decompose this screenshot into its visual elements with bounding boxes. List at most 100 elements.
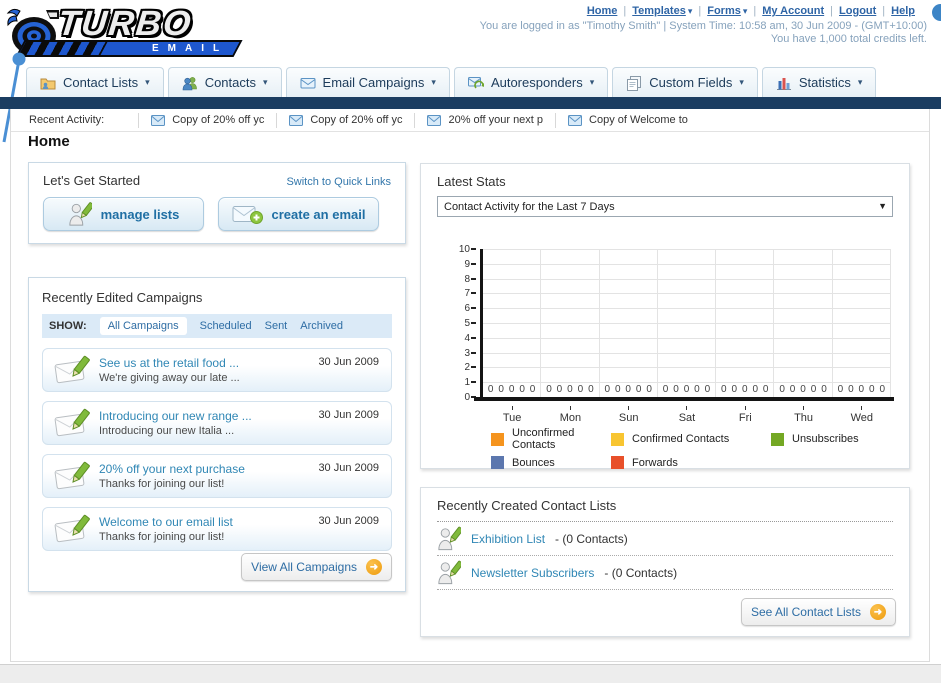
campaign-date: 30 Jun 2009 bbox=[318, 356, 379, 368]
chart-day-group: 00000 bbox=[833, 249, 891, 397]
value-label: 0 bbox=[741, 384, 748, 395]
chart-day-group: 00000 bbox=[541, 249, 600, 397]
value-label: 0 bbox=[662, 384, 669, 395]
envelope-pencil-icon bbox=[53, 407, 91, 439]
value-label: 0 bbox=[646, 384, 652, 395]
top-link-forms[interactable]: Forms bbox=[707, 5, 741, 17]
filter-scheduled[interactable]: Scheduled bbox=[200, 320, 252, 332]
value-label: 0 bbox=[821, 384, 827, 395]
arrow-forward-icon: ➜ bbox=[366, 559, 382, 575]
manage-lists-button[interactable]: manage lists bbox=[43, 197, 204, 231]
value-label: 0 bbox=[721, 384, 727, 395]
chart-day-group: 00000 bbox=[658, 249, 717, 397]
value-label: 0 bbox=[810, 384, 817, 395]
page-footer bbox=[0, 664, 941, 683]
campaign-subtitle: Thanks for joining our list! bbox=[99, 478, 225, 490]
campaign-list: See us at the retail food ... We're givi… bbox=[42, 348, 392, 551]
tab-autoresponders[interactable]: Autoresponders ▾ bbox=[453, 67, 609, 97]
tab-contact-lists[interactable]: Contact Lists ▾ bbox=[26, 67, 164, 97]
person-pencil-icon bbox=[437, 560, 461, 586]
legend-item: Bounces bbox=[491, 456, 611, 469]
top-link-my-account[interactable]: My Account bbox=[762, 5, 824, 17]
chevron-down-icon: ▾ bbox=[589, 77, 595, 87]
contact-lists-icon bbox=[40, 75, 56, 91]
stats-period-select[interactable]: Contact Activity for the Last 7 Days ▼ bbox=[437, 196, 893, 217]
value-label: 0 bbox=[508, 384, 515, 395]
value-label: 0 bbox=[683, 384, 690, 395]
y-axis-tick bbox=[471, 366, 476, 369]
person-pencil-icon bbox=[437, 526, 461, 552]
x-axis-label: Tue bbox=[483, 406, 541, 424]
campaign-title-link[interactable]: See us at the retail food ... bbox=[99, 356, 240, 370]
create-email-button[interactable]: create an email bbox=[218, 197, 379, 231]
y-axis-tick bbox=[471, 307, 476, 310]
chevron-down-icon: ▾ bbox=[687, 6, 693, 16]
top-link-help[interactable]: Help bbox=[891, 5, 915, 17]
y-axis-label: 1 bbox=[464, 377, 470, 389]
top-link-home[interactable]: Home bbox=[587, 5, 618, 17]
value-label: 0 bbox=[673, 384, 679, 395]
chart-day-group: 00000 bbox=[716, 249, 775, 397]
view-all-campaigns-button[interactable]: View All Campaigns ➜ bbox=[241, 553, 392, 581]
statistics-icon bbox=[776, 75, 792, 91]
chevron-down-icon: ▾ bbox=[263, 77, 268, 87]
login-status-text: You are logged in as "Timothy Smith" | S… bbox=[479, 20, 927, 32]
envelope-icon bbox=[568, 115, 582, 126]
campaign-subtitle: Thanks for joining our list! bbox=[99, 531, 225, 543]
tab-statistics[interactable]: Statistics ▾ bbox=[761, 67, 877, 97]
contact-list-name-link[interactable]: Exhibition List bbox=[471, 532, 545, 546]
value-label: 0 bbox=[487, 384, 494, 395]
tab-contacts[interactable]: Contacts ▾ bbox=[167, 67, 282, 97]
tab-custom-fields[interactable]: Custom Fields ▾ bbox=[612, 67, 758, 97]
select-caret-icon: ▼ bbox=[878, 201, 887, 211]
contact-list-item[interactable]: Exhibition List - (0 Contacts) bbox=[437, 522, 893, 556]
y-axis-label: 10 bbox=[458, 244, 470, 255]
see-all-contact-lists-button[interactable]: See All Contact Lists ➜ bbox=[740, 598, 896, 626]
campaign-title-link[interactable]: Introducing our new range ... bbox=[99, 409, 252, 423]
campaign-title-link[interactable]: 20% off your next purchase bbox=[99, 462, 245, 476]
get-started-title: Let's Get Started bbox=[43, 173, 141, 188]
recent-activity-item[interactable]: 20% off your next p bbox=[414, 112, 555, 128]
chevron-down-icon: ▾ bbox=[857, 77, 863, 87]
campaign-item[interactable]: Welcome to our email list Thanks for joi… bbox=[42, 507, 392, 551]
value-label: 0 bbox=[567, 384, 573, 395]
help-bubble-icon[interactable] bbox=[932, 4, 941, 21]
switch-quick-links[interactable]: Switch to Quick Links bbox=[286, 176, 391, 188]
value-label: 0 bbox=[556, 384, 563, 395]
campaign-item[interactable]: See us at the retail food ... We're givi… bbox=[42, 348, 392, 392]
chart-day-group: 00000 bbox=[483, 249, 542, 397]
tab-email-campaigns[interactable]: Email Campaigns ▾ bbox=[285, 67, 450, 97]
filter-sent[interactable]: Sent bbox=[265, 320, 288, 332]
campaign-title-link[interactable]: Welcome to our email list bbox=[99, 515, 233, 529]
envelope-icon bbox=[151, 115, 165, 126]
contact-list-item[interactable]: Newsletter Subscribers - (0 Contacts) bbox=[437, 556, 893, 590]
chart-day-group: 00000 bbox=[774, 249, 833, 397]
y-axis-tick bbox=[471, 381, 476, 384]
legend-label: Bounces bbox=[512, 456, 555, 469]
top-link-logout[interactable]: Logout bbox=[839, 5, 876, 17]
y-axis-label: 9 bbox=[464, 258, 470, 270]
value-label: 0 bbox=[614, 384, 621, 395]
recent-activity-item[interactable]: Copy of 20% off yc bbox=[138, 112, 276, 128]
campaign-item[interactable]: 20% off your next purchase Thanks for jo… bbox=[42, 454, 392, 498]
campaign-item[interactable]: Introducing our new range ... Introducin… bbox=[42, 401, 392, 445]
page-title: Home bbox=[28, 133, 70, 150]
legend-label: Confirmed Contacts bbox=[632, 433, 730, 445]
envelope-icon bbox=[289, 115, 303, 126]
value-label: 0 bbox=[779, 384, 785, 395]
legend-item: Forwards bbox=[611, 456, 771, 469]
campaign-date: 30 Jun 2009 bbox=[318, 462, 379, 474]
contact-list-name-link[interactable]: Newsletter Subscribers bbox=[471, 566, 594, 580]
top-link-templates[interactable]: Templates bbox=[632, 5, 686, 17]
value-label: 0 bbox=[519, 384, 525, 395]
filter-archived[interactable]: Archived bbox=[300, 320, 343, 332]
chart-legend: Unconfirmed Contacts Confirmed Contacts Un… bbox=[491, 427, 859, 469]
legend-label: Unsubscribes bbox=[792, 433, 859, 445]
latest-stats-title: Latest Stats bbox=[437, 174, 506, 189]
recent-activity-item[interactable]: Copy of 20% off yc bbox=[276, 112, 414, 128]
filter-all-campaigns[interactable]: All Campaigns bbox=[99, 317, 187, 335]
recent-activity-item[interactable]: Copy of Welcome to bbox=[555, 112, 700, 128]
value-label: 0 bbox=[858, 384, 865, 395]
value-labels: 00000 bbox=[600, 384, 657, 395]
chart-y-axis: 10 9 8 7 6 5 4 3 2 1 0 bbox=[437, 244, 479, 403]
